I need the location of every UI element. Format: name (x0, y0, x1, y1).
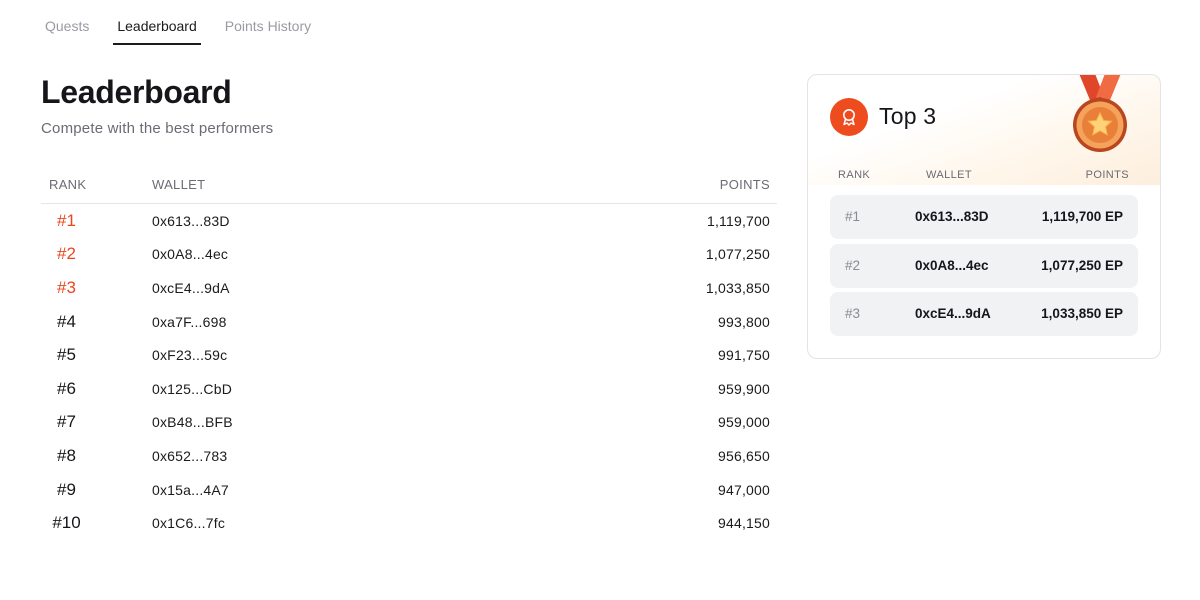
rank-cell: #9 (57, 479, 76, 499)
wallet-cell: 0x125...CbD (152, 380, 233, 397)
rank-cell: #8 (57, 445, 76, 465)
points-cell: 959,900 (717, 380, 770, 397)
wallet-cell: 0xF23...59c (152, 347, 228, 364)
wallet-cell: 0xcE4...9dA (152, 279, 230, 296)
top3-points: 1,033,850 EP (1041, 306, 1123, 321)
table-header: RANK WALLET POINTS (41, 166, 777, 204)
top3-row: #1 0x613...83D 1,119,700 EP (830, 195, 1138, 239)
table-row: #1 0x613...83D 1,119,700 (41, 204, 777, 238)
top3-column-wallet: WALLET (926, 169, 973, 181)
wallet-cell: 0x0A8...4ec (152, 246, 229, 263)
points-cell: 1,077,250 (705, 246, 770, 263)
table-row: #5 0xF23...59c 991,750 (41, 338, 777, 372)
tab-bar: Quests Leaderboard Points History (41, 0, 335, 46)
top3-header: RANK WALLET POINTS (830, 169, 1138, 185)
table-row: #4 0xa7F...698 993,800 (41, 305, 777, 339)
points-cell: 991,750 (717, 347, 770, 364)
points-cell: 959,000 (717, 414, 770, 431)
rank-cell: #5 (57, 345, 76, 365)
top3-wallet: 0x0A8...4ec (915, 258, 989, 273)
table-row: #8 0x652...783 956,650 (41, 439, 777, 473)
rank-cell: #2 (57, 244, 76, 264)
table-row: #10 0x1C6...7fc 944,150 (41, 506, 777, 540)
points-cell: 956,650 (717, 447, 770, 464)
tab-points-history[interactable]: Points History (221, 0, 315, 46)
wallet-cell: 0xa7F...698 (152, 313, 227, 330)
top3-points: 1,077,250 EP (1041, 258, 1123, 273)
page-title: Leaderboard (41, 74, 232, 110)
points-cell: 1,033,850 (705, 279, 770, 296)
points-cell: 993,800 (717, 313, 770, 330)
top3-column-points: POINTS (1085, 169, 1129, 181)
top3-row: #2 0x0A8...4ec 1,077,250 EP (830, 244, 1138, 288)
top3-rank: #2 (845, 258, 861, 273)
points-cell: 944,150 (717, 515, 770, 532)
table-row: #3 0xcE4...9dA 1,033,850 (41, 271, 777, 305)
table-row: #2 0x0A8...4ec 1,077,250 (41, 238, 777, 272)
leaderboard-table: RANK WALLET POINTS #1 0x613...83D 1,119,70… (41, 166, 777, 540)
wallet-cell: 0x652...783 (152, 447, 228, 464)
points-cell: 947,000 (717, 481, 770, 498)
page-subtitle: Compete with the best performers (41, 120, 274, 137)
top3-points: 1,119,700 EP (1041, 209, 1123, 224)
wallet-cell: 0x15a...4A7 (152, 481, 229, 498)
column-header-points: POINTS (719, 177, 770, 192)
rank-cell: #10 (52, 513, 81, 533)
column-header-wallet: WALLET (152, 177, 206, 192)
top3-rank: #1 (845, 209, 861, 224)
points-cell: 1,119,700 (706, 212, 770, 229)
rank-cell: #6 (57, 378, 76, 398)
top3-column-rank: RANK (838, 169, 871, 181)
top3-row: #3 0xcE4...9dA 1,033,850 EP (830, 292, 1138, 336)
star-medal-icon (1060, 75, 1140, 155)
top3-wallet: 0xcE4...9dA (915, 306, 991, 321)
top3-title: Top 3 (879, 103, 937, 129)
table-body: #1 0x613...83D 1,119,700 #2 0x0A8...4ec 1,077… (41, 204, 777, 540)
rank-cell: #4 (57, 311, 76, 331)
table-row: #7 0xB48...BFB 959,000 (41, 406, 777, 440)
column-header-rank: RANK (49, 177, 87, 192)
table-row: #6 0x125...CbD 959,900 (41, 372, 777, 406)
rank-cell: #7 (57, 412, 76, 432)
top3-wallet: 0x613...83D (915, 209, 989, 224)
rank-cell: #1 (57, 210, 76, 230)
tab-quests[interactable]: Quests (41, 0, 93, 46)
top3-card: Top 3 RANK WALLET POINTS #1 0x613...83D … (807, 74, 1161, 359)
wallet-cell: 0xB48...BFB (152, 414, 233, 431)
tab-leaderboard[interactable]: Leaderboard (113, 0, 202, 46)
wallet-cell: 0x613...83D (152, 212, 230, 229)
top3-rank: #3 (845, 306, 861, 321)
rank-cell: #3 (57, 277, 76, 297)
table-row: #9 0x15a...4A7 947,000 (41, 473, 777, 507)
wallet-cell: 0x1C6...7fc (152, 515, 226, 532)
award-ribbon-icon (830, 98, 868, 136)
